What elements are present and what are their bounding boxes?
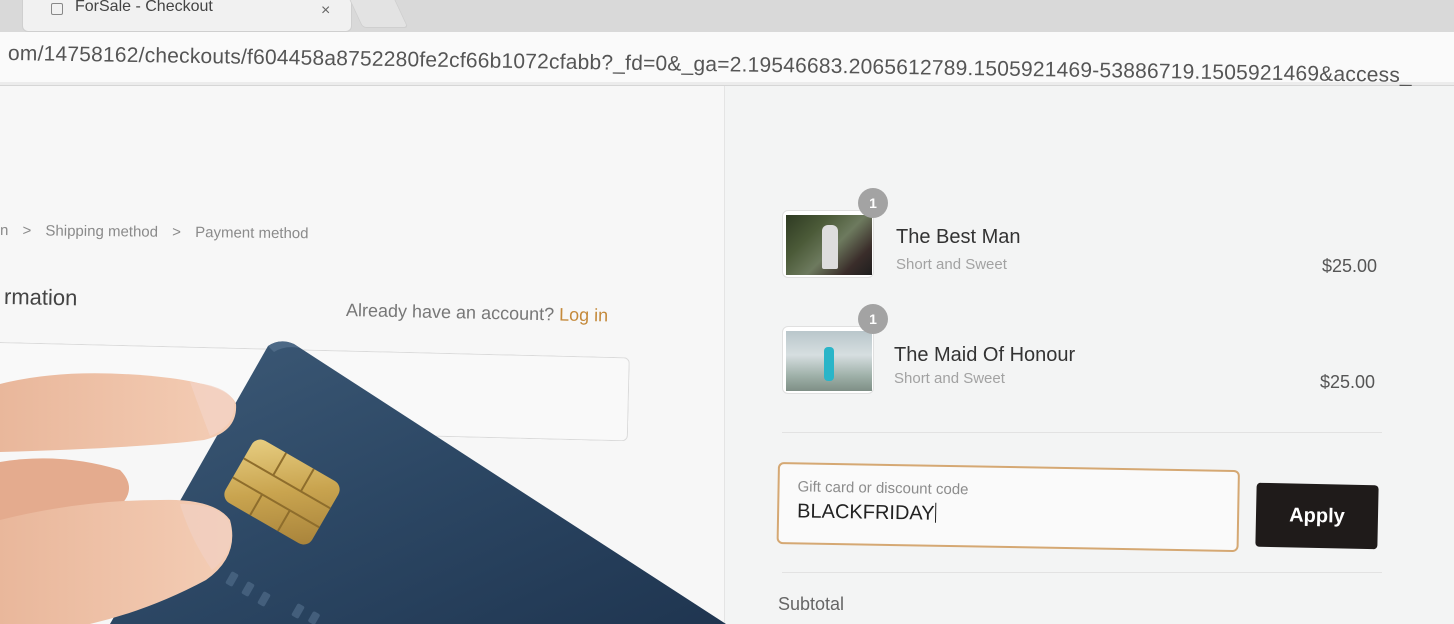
product-variant: Short and Sweet: [896, 256, 1007, 273]
account-prompt-text: Already have an account?: [345, 300, 555, 325]
line-item: 1 The Best Man Short and Sweet $25.00: [782, 188, 1402, 300]
breadcrumb: n > Shipping method > Payment method: [0, 222, 319, 242]
section-title: rmation: [3, 284, 78, 311]
subtotal-label: Subtotal: [778, 594, 845, 614]
close-icon[interactable]: ×: [321, 2, 330, 20]
summary-divider: [782, 432, 1382, 433]
product-name: The Maid Of Honour: [894, 344, 1076, 366]
line-item: 1 The Maid Of Honour Short and Sweet $25…: [782, 304, 1402, 416]
address-bar[interactable]: om/14758162/checkouts/f604458a8752280fe2…: [0, 32, 1454, 87]
apply-button[interactable]: Apply: [1255, 482, 1379, 550]
chevron-right-icon: >: [22, 222, 32, 240]
product-variant: Short and Sweet: [894, 370, 1005, 387]
breadcrumb-item-information[interactable]: n: [0, 222, 8, 239]
email-field[interactable]: [0, 342, 630, 442]
product-price: $25.00: [1320, 372, 1376, 392]
tab-title: ForSale - Checkout: [75, 0, 213, 15]
browser-chrome: ForSale - Checkout × om/14758162/checkou…: [0, 0, 1454, 87]
product-image: [786, 331, 872, 391]
product-thumbnail: [782, 326, 874, 394]
chevron-right-icon: >: [172, 223, 182, 241]
quantity-badge: 1: [858, 304, 888, 334]
new-tab-button[interactable]: [349, 0, 409, 28]
product-price: $25.00: [1322, 256, 1378, 276]
tab-strip: ForSale - Checkout ×: [0, 0, 1454, 32]
url-text: om/14758162/checkouts/f604458a8752280fe2…: [7, 42, 1413, 88]
summary-divider: [782, 572, 1382, 573]
discount-code-label: Gift card or discount code: [797, 478, 969, 499]
discount-code-input[interactable]: Gift card or discount code BLACKFRIDAY: [776, 462, 1240, 553]
product-image: [786, 215, 872, 275]
quantity-badge: 1: [858, 188, 888, 218]
page-icon: [51, 3, 63, 15]
login-link[interactable]: Log in: [559, 304, 608, 325]
discount-code-value: BLACKFRIDAY: [796, 500, 935, 525]
product-thumbnail: [782, 210, 874, 278]
browser-tab[interactable]: ForSale - Checkout ×: [22, 0, 352, 32]
breadcrumb-item-shipping[interactable]: Shipping method: [45, 222, 158, 240]
breadcrumb-item-payment[interactable]: Payment method: [195, 224, 309, 242]
product-name: The Best Man: [896, 226, 1021, 248]
